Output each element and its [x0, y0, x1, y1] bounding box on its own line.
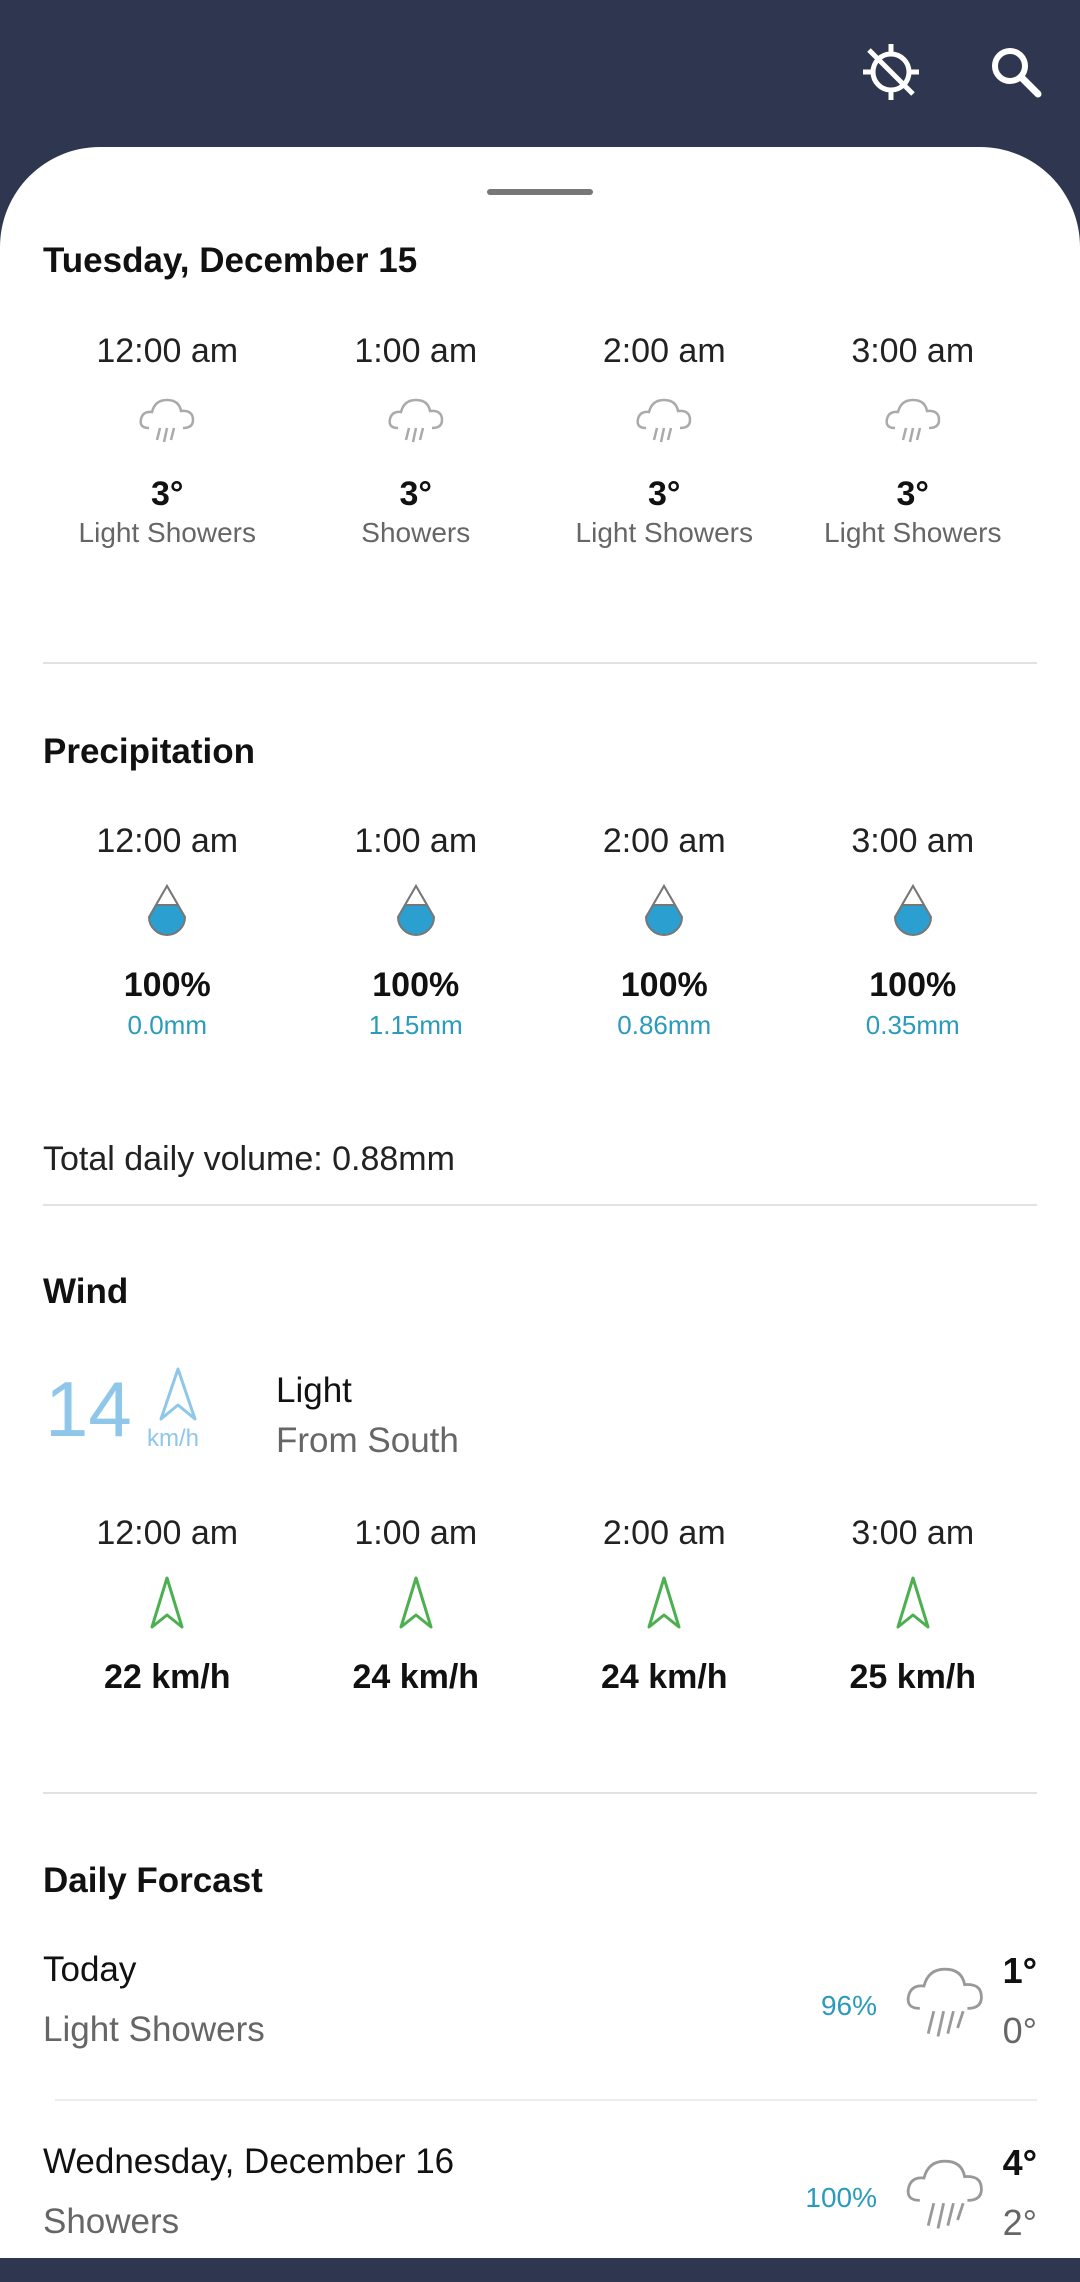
daily-forecast-title: Daily Forcast	[43, 1861, 263, 1900]
wind-unit: km/h	[147, 1425, 200, 1452]
wind-strength: Light	[276, 1371, 352, 1410]
location-disabled-button[interactable]	[861, 42, 921, 107]
wind-item[interactable]: 2:00 am 24 km/h	[540, 1511, 789, 1699]
precipitation-chance: 100%	[620, 966, 708, 1004]
drag-handle[interactable]	[487, 189, 593, 195]
hourly-temp: 3°	[896, 475, 929, 513]
wind-current-speed: 14	[45, 1365, 132, 1453]
section-divider	[43, 1204, 1037, 1206]
hourly-condition: Light Showers	[824, 517, 1002, 548]
water-drop-icon	[394, 883, 438, 944]
wind-hourly-row: 12:00 am 22 km/h 1:00 am 24 km/h 2:00 am…	[43, 1511, 1037, 1699]
wind-time: 12:00 am	[96, 1514, 239, 1552]
wind-arrow-icon	[398, 1575, 434, 1636]
hourly-condition: Light Showers	[78, 517, 256, 548]
section-divider	[43, 1792, 1037, 1794]
daily-precip-chance: 100%	[805, 2182, 877, 2213]
hourly-temp: 3°	[399, 475, 432, 513]
precipitation-amount: 1.15mm	[368, 1010, 463, 1040]
water-drop-icon	[891, 883, 935, 944]
daily-low-temp: 0°	[1002, 2010, 1037, 2051]
precipitation-row: 12:00 am 100% 0.0mm 1:00 am 100% 1.15mm …	[43, 819, 1037, 1043]
wind-speed: 24 km/h	[352, 1658, 480, 1696]
wind-time: 1:00 am	[354, 1514, 478, 1552]
hourly-time: 12:00 am	[96, 332, 239, 370]
precipitation-chance: 100%	[372, 966, 460, 1004]
hourly-time: 1:00 am	[354, 332, 478, 370]
wind-time: 3:00 am	[851, 1514, 975, 1552]
water-drop-icon	[145, 883, 189, 944]
hourly-temp: 3°	[150, 475, 184, 513]
search-button[interactable]	[986, 44, 1046, 104]
wind-speed: 25 km/h	[849, 1658, 977, 1696]
hourly-condition: Showers	[361, 517, 471, 548]
daily-condition: Light Showers	[43, 2010, 265, 2049]
hourly-temp: 3°	[647, 475, 681, 513]
precipitation-time: 1:00 am	[354, 822, 478, 860]
rain-cloud-icon	[634, 394, 694, 453]
hourly-date-title: Tuesday, December 15	[43, 241, 418, 280]
hourly-condition: Light Showers	[575, 517, 753, 548]
wind-arrow-icon	[895, 1575, 931, 1636]
section-divider	[43, 662, 1037, 664]
wind-time: 2:00 am	[602, 1514, 726, 1552]
location-disabled-icon	[861, 42, 921, 107]
daily-high-temp: 1°	[1002, 1950, 1037, 1991]
hourly-time: 2:00 am	[602, 332, 726, 370]
wind-item[interactable]: 1:00 am 24 km/h	[292, 1511, 541, 1699]
row-divider	[55, 2099, 1037, 2101]
precipitation-item[interactable]: 2:00 am 100% 0.86mm	[540, 819, 789, 1043]
rain-cloud-icon	[386, 394, 446, 453]
wind-speed: 22 km/h	[103, 1658, 231, 1696]
precipitation-time: 3:00 am	[851, 822, 975, 860]
precipitation-item[interactable]: 12:00 am 100% 0.0mm	[43, 819, 292, 1043]
daily-precip-chance: 96%	[820, 1990, 877, 2021]
wind-item[interactable]: 3:00 am 25 km/h	[789, 1511, 1038, 1699]
hourly-item[interactable]: 1:00 am 3° Showers	[292, 329, 541, 551]
precipitation-amount: 0.86mm	[617, 1010, 712, 1040]
rain-cloud-icon	[903, 1960, 987, 2045]
wind-arrow-icon	[646, 1575, 682, 1636]
search-icon	[988, 44, 1044, 105]
forecast-bottom-sheet[interactable]: Tuesday, December 15 12:00 am 3° Light S…	[0, 147, 1080, 2258]
hourly-item[interactable]: 3:00 am 3° Light Showers	[789, 329, 1038, 551]
hourly-item[interactable]: 12:00 am 3° Light Showers	[43, 329, 292, 551]
rain-cloud-icon	[883, 394, 943, 453]
rain-cloud-icon	[903, 2152, 987, 2237]
water-drop-icon	[642, 883, 686, 944]
hourly-forecast-row: 12:00 am 3° Light Showers 1:00 am 3° Sho…	[43, 329, 1037, 551]
daily-high-temp: 4°	[1002, 2142, 1037, 2183]
daily-condition: Showers	[43, 2202, 180, 2241]
precipitation-item[interactable]: 3:00 am 100% 0.35mm	[789, 819, 1038, 1043]
daily-forecast-row[interactable]: Today Light Showers 96% 1° 0°	[43, 1950, 1037, 2090]
daily-day: Wednesday, December 16	[43, 2142, 455, 2181]
precipitation-item[interactable]: 1:00 am 100% 1.15mm	[292, 819, 541, 1043]
precipitation-chance: 100%	[869, 966, 957, 1004]
daily-day: Today	[43, 1950, 137, 1989]
wind-item[interactable]: 12:00 am 22 km/h	[43, 1511, 292, 1699]
rain-cloud-icon	[137, 394, 197, 453]
total-daily-volume: Total daily volume: 0.88mm	[43, 1140, 455, 1178]
hourly-item[interactable]: 2:00 am 3° Light Showers	[540, 329, 789, 551]
wind-speed: 24 km/h	[600, 1658, 728, 1696]
daily-low-temp: 2°	[1002, 2202, 1037, 2243]
precipitation-title: Precipitation	[43, 732, 255, 771]
wind-direction: From South	[276, 1421, 459, 1460]
wind-arrow-icon	[149, 1575, 185, 1636]
precipitation-amount: 0.0mm	[127, 1010, 207, 1040]
precipitation-time: 12:00 am	[96, 822, 239, 860]
precipitation-amount: 0.35mm	[865, 1010, 960, 1040]
top-app-bar	[0, 0, 1080, 170]
daily-forecast-row[interactable]: Wednesday, December 16 Showers 100% 4° 2…	[43, 2142, 1037, 2282]
precipitation-chance: 100%	[123, 966, 211, 1004]
wind-direction-icon	[158, 1367, 198, 1428]
hourly-time: 3:00 am	[851, 332, 975, 370]
wind-title: Wind	[43, 1272, 129, 1311]
precipitation-time: 2:00 am	[602, 822, 726, 860]
